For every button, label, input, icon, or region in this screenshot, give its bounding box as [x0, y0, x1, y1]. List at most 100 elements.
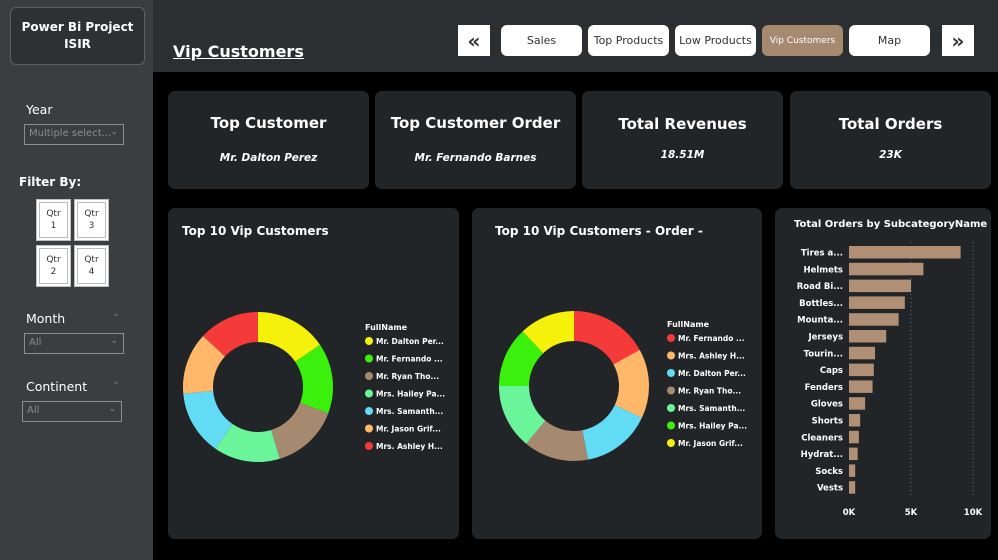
- legend-item[interactable]: Mrs. Hailey Pa...: [678, 422, 747, 431]
- legend-swatch: [667, 386, 675, 395]
- legend-title: FullName: [365, 323, 408, 332]
- legend-swatch: [667, 351, 675, 360]
- nav-sales-button[interactable]: Sales: [501, 25, 582, 56]
- continent-dropdown[interactable]: All ⌄: [22, 401, 122, 422]
- bar[interactable]: [849, 397, 866, 410]
- year-dropdown[interactable]: Multiple select... ⌄: [24, 124, 124, 145]
- legend-item[interactable]: Mr. Dalton Per...: [376, 337, 444, 346]
- double-chevron-left-icon: «: [467, 28, 481, 53]
- legend-item[interactable]: Mr. Ryan Tho...: [376, 372, 439, 381]
- bar[interactable]: [849, 481, 856, 494]
- kpi-card-total-orders: Total Orders 23K: [790, 91, 991, 189]
- nav-map-button[interactable]: Map: [849, 25, 930, 56]
- legend-item[interactable]: Mrs. Ashley H...: [376, 442, 443, 451]
- legend-swatch: [667, 369, 675, 377]
- donut-chart-card-1: Top 10 Vip Customers FullName Mr. Dalton …: [168, 208, 459, 539]
- donut-chart-1[interactable]: FullName Mr. Dalton Per... Mr. Fernando ..…: [168, 208, 459, 539]
- sidebar: Power Bi Project ISIR Year Multiple sele…: [0, 0, 153, 560]
- kpi-value: Mr. Dalton Perez: [219, 152, 318, 164]
- legend-swatch: [365, 424, 373, 433]
- bar[interactable]: [849, 414, 861, 427]
- qtr-1-button[interactable]: Qtr 1: [36, 199, 71, 241]
- qtr-button-border: [39, 202, 68, 238]
- kpi-value: 23K: [879, 149, 902, 161]
- bar[interactable]: [849, 279, 911, 293]
- bar-chart[interactable]: Tires a... Helmets Road Bi... Bottles... Mou…: [775, 208, 991, 539]
- legend-swatch: [365, 354, 373, 363]
- kpi-value: 18.51M: [660, 149, 705, 161]
- kpi-value: Mr. Fernando Barnes: [414, 152, 537, 164]
- chevron-down-icon[interactable]: ⌄: [112, 377, 120, 387]
- x-tick-label: 5K: [905, 508, 918, 518]
- legend-item[interactable]: Mrs. Hailey Pa...: [376, 390, 445, 399]
- qtr-4-button[interactable]: Qtr 4: [74, 245, 109, 287]
- month-dropdown-value: All: [29, 337, 42, 348]
- legend-item[interactable]: Mr. Jason Grif...: [678, 439, 743, 448]
- legend-item[interactable]: Mrs. Ashley H...: [678, 352, 745, 361]
- kpi-card-total-revenues: Total Revenues 18.51M: [582, 91, 783, 189]
- legend-swatch: [365, 372, 373, 380]
- bar[interactable]: [849, 430, 859, 444]
- legend-swatch: [365, 407, 373, 415]
- bar[interactable]: [849, 380, 873, 393]
- legend-title: FullName: [667, 320, 710, 329]
- legend-swatch: [667, 421, 675, 430]
- month-dropdown[interactable]: All ⌄: [24, 333, 124, 354]
- qtr-button-border: [39, 248, 68, 284]
- chevron-down-icon: ⌄: [110, 127, 118, 137]
- legend-item[interactable]: Mr. Jason Grif...: [376, 425, 441, 434]
- chevron-down-icon[interactable]: ⌄: [112, 309, 120, 319]
- month-label: Month: [26, 311, 66, 326]
- legend-swatch: [667, 404, 675, 412]
- category-label: Jerseys: [807, 333, 843, 343]
- category-label: Socks: [815, 467, 843, 477]
- project-title-line1: Power Bi Project: [21, 20, 134, 34]
- category-label: Helmets: [803, 265, 843, 275]
- bar[interactable]: [849, 262, 924, 276]
- category-label: Shorts: [812, 417, 843, 427]
- filter-by-label: Filter By:: [19, 175, 82, 189]
- category-label: Vests: [817, 484, 843, 494]
- nav-vip-customers-button[interactable]: Vip Customers: [762, 25, 843, 56]
- legend-swatch: [365, 442, 373, 450]
- donut-chart-2[interactable]: FullName Mr. Fernando ... Mrs. Ashley H...…: [472, 208, 762, 539]
- next-page-button[interactable]: »: [942, 25, 974, 56]
- prev-page-button[interactable]: «: [458, 25, 490, 56]
- qtr-2-button[interactable]: Qtr 2: [36, 245, 71, 287]
- legend-item[interactable]: Mr. Ryan Tho...: [678, 387, 741, 396]
- bar[interactable]: [849, 313, 899, 326]
- donut-chart-card-2: Top 10 Vip Customers - Order - FullName M…: [472, 208, 762, 539]
- page-title: Vip Customers: [173, 42, 304, 61]
- bar[interactable]: [849, 464, 856, 477]
- legend-item[interactable]: Mr. Dalton Per...: [678, 369, 746, 378]
- bar[interactable]: [849, 346, 876, 360]
- year-dropdown-value: Multiple select...: [29, 128, 112, 139]
- x-tick-label: 0K: [843, 508, 856, 518]
- category-label: Caps: [820, 366, 843, 376]
- legend-item[interactable]: Mrs. Samanth...: [678, 404, 745, 413]
- kpi-title: Top Customer Order: [390, 114, 561, 132]
- category-label: Cleaners: [801, 433, 843, 443]
- bar[interactable]: [849, 363, 874, 377]
- legend-item[interactable]: Mr. Fernando ...: [678, 334, 745, 343]
- legend-item[interactable]: Mr. Fernando ...: [376, 355, 443, 364]
- qtr-button-border: [77, 202, 106, 238]
- category-label: Road Bi...: [797, 282, 843, 292]
- nav-low-products-button[interactable]: Low Products: [675, 25, 756, 56]
- nav-top-products-button[interactable]: Top Products: [588, 25, 669, 56]
- legend-swatch: [667, 439, 675, 447]
- kpi-title: Total Orders: [838, 115, 943, 133]
- bar[interactable]: [849, 447, 858, 461]
- bar[interactable]: [849, 246, 961, 259]
- category-label: Fenders: [805, 383, 843, 393]
- qtr-3-button[interactable]: Qtr 3: [74, 199, 109, 241]
- continent-dropdown-value: All: [27, 405, 40, 416]
- double-chevron-right-icon: »: [951, 28, 965, 53]
- donut-slice[interactable]: [271, 402, 329, 459]
- category-label: Tourin...: [804, 349, 843, 359]
- legend-item[interactable]: Mrs. Samanth...: [376, 407, 443, 416]
- bar[interactable]: [849, 296, 905, 309]
- kpi-card-top-customer-order: Top Customer Order Mr. Fernando Barnes: [375, 91, 576, 189]
- project-title-line2: ISIR: [64, 37, 91, 51]
- bar[interactable]: [849, 330, 887, 343]
